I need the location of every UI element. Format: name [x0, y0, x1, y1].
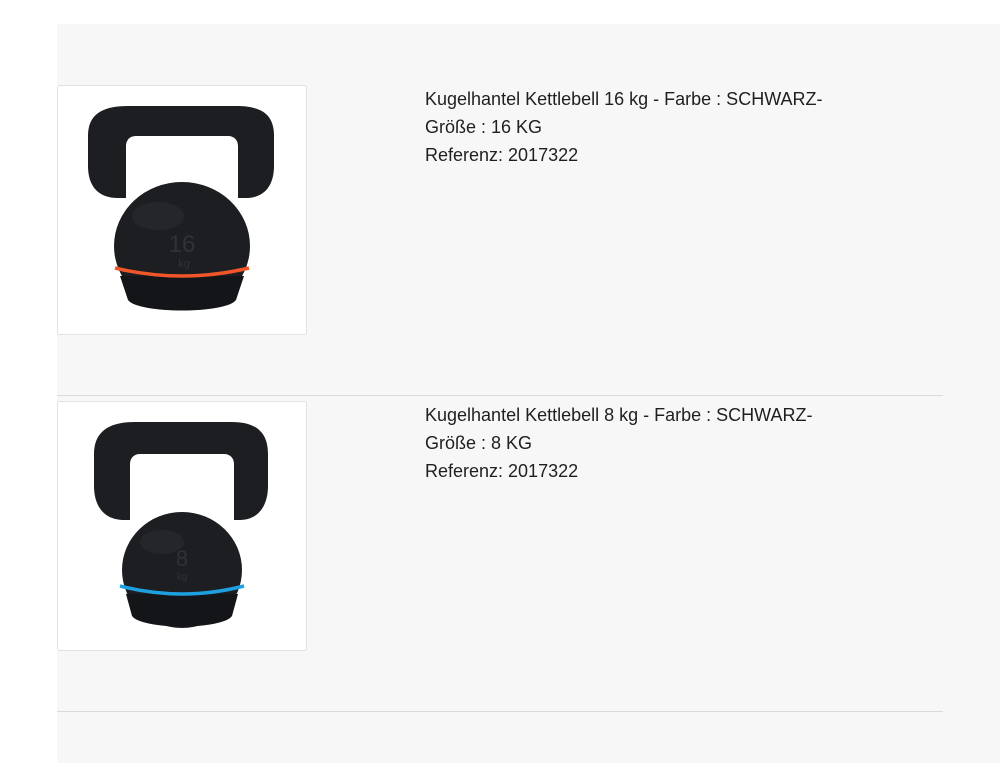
kettlebell-icon: 8 kg — [94, 422, 268, 628]
product-info: Kugelhantel Kettlebell 8 kg - Farbe : SC… — [425, 401, 865, 485]
weight-mark: 8 — [176, 546, 188, 571]
product-image[interactable]: 8 kg — [57, 401, 307, 651]
kettlebell-icon: 16 kg — [88, 106, 274, 311]
product-size: Größe : 8 KG — [425, 433, 533, 453]
product-reference: Referenz: 2017322 — [425, 461, 579, 481]
product-size: Größe : 16 KG — [425, 117, 543, 137]
divider — [57, 711, 943, 712]
product-reference: Referenz: 2017322 — [425, 145, 579, 165]
product-image[interactable]: 16 kg — [57, 85, 307, 335]
weight-mark: 16 — [169, 231, 196, 258]
divider — [57, 395, 943, 396]
unit-mark: kg — [177, 572, 188, 583]
product-title[interactable]: Kugelhantel Kettlebell 16 kg - Farbe : S… — [425, 85, 865, 113]
product-title[interactable]: Kugelhantel Kettlebell 8 kg - Farbe : SC… — [425, 401, 865, 429]
product-info: Kugelhantel Kettlebell 16 kg - Farbe : S… — [425, 85, 865, 169]
unit-mark: kg — [178, 258, 190, 270]
